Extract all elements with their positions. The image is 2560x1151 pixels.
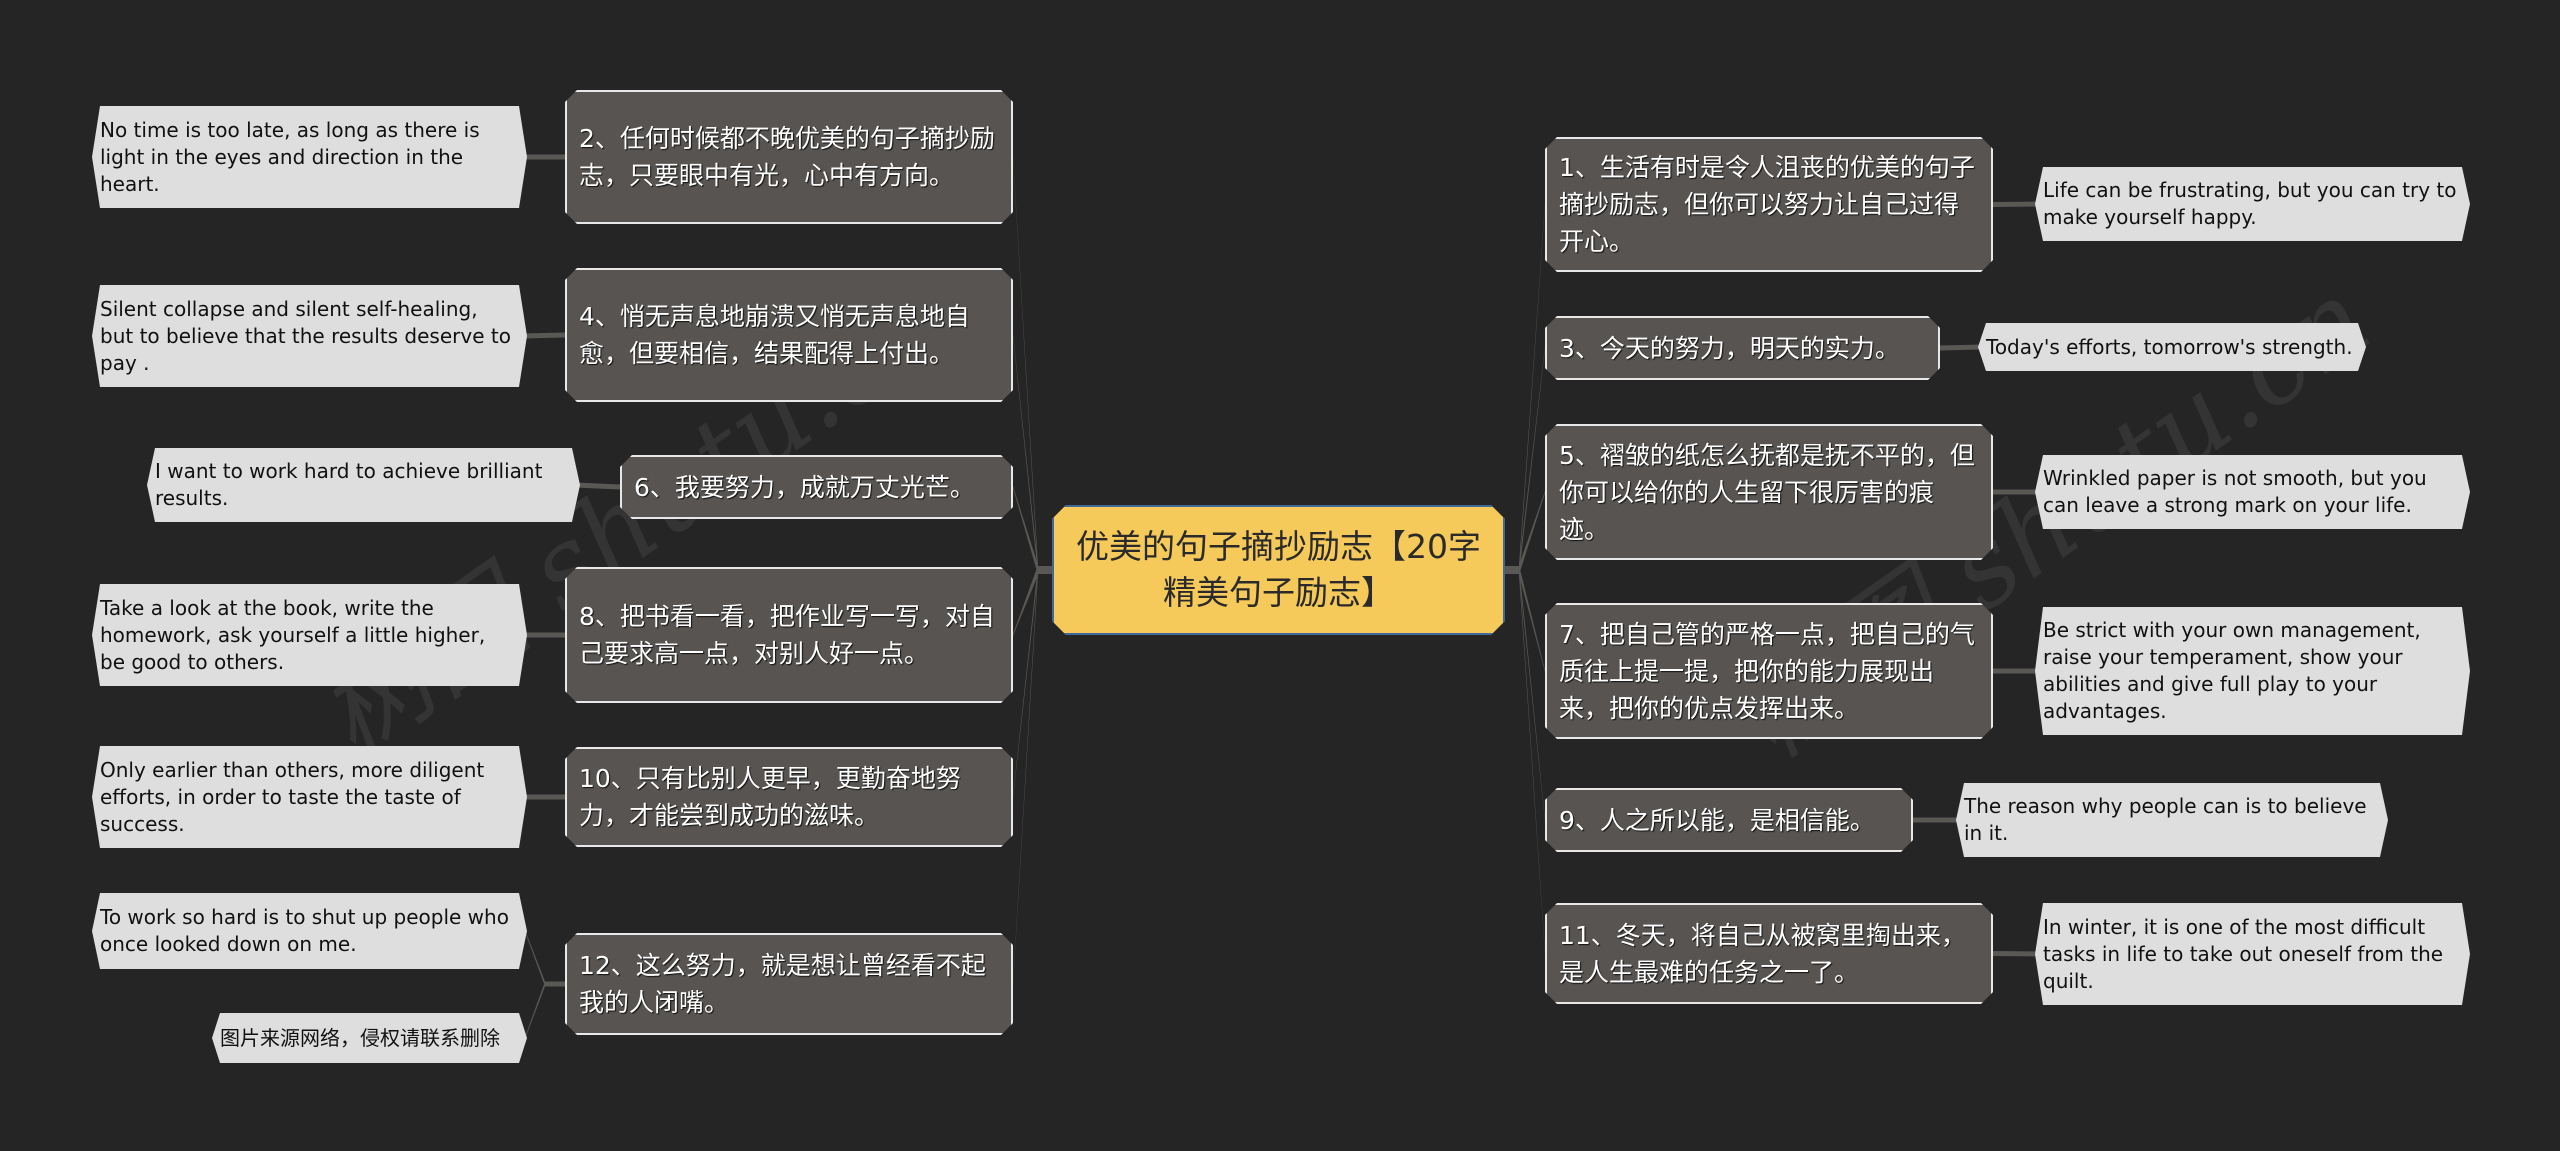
leaf-node[interactable]: Life can be frustrating, but you can try…: [2035, 167, 2470, 241]
branch-node-2[interactable]: 2、任何时候都不晚优美的句子摘抄励志，只要眼中有光，心中有方向。: [565, 90, 1013, 224]
leaf-text: To work so hard is to shut up people who…: [100, 905, 509, 956]
branch-connector-right: [1519, 565, 1545, 821]
branch-connector-left: [1013, 565, 1038, 985]
leaf-text: Take a look at the book, write the homew…: [100, 595, 486, 674]
leaf-text: The reason why people can is to believe …: [1964, 794, 2367, 845]
leaf-node[interactable]: Only earlier than others, more diligent …: [92, 746, 527, 848]
branch-node-1[interactable]: 1、生活有时是令人沮丧的优美的句子摘抄励志，但你可以努力让自己过得开心。: [1545, 137, 1993, 272]
leaf-connector: [575, 482, 621, 490]
leaf-text: Silent collapse and silent self-healing,…: [100, 296, 511, 375]
branch-text: 8、把书看一看，把作业写一写，对自己要求高一点，对别人好一点。: [579, 602, 995, 668]
branch-text: 11、冬天，将自己从被窝里掏出来，是人生最难的任务之一了。: [1559, 920, 1966, 987]
leaf-text: I want to work hard to achieve brilliant…: [155, 459, 543, 510]
branch-text: 2、任何时候都不晚优美的句子摘抄励志，只要眼中有光，心中有方向。: [579, 124, 995, 190]
leaf-node[interactable]: To work so hard is to shut up people who…: [92, 893, 527, 969]
branch-text: 5、褶皱的纸怎么抚都是抚不平的，但你可以给你的人生留下很厉害的痕迹。: [1559, 440, 1975, 544]
leaf-node[interactable]: The reason why people can is to believe …: [1956, 783, 2388, 857]
branch-node-10[interactable]: 10、只有比别人更早，更勤奋地努力，才能尝到成功的滋味。: [565, 747, 1013, 847]
copyright-note[interactable]: 图片来源网络，侵权请联系删除: [212, 1013, 527, 1063]
branch-connector-left: [1013, 334, 1038, 575]
branch-node-6[interactable]: 6、我要努力，成就万丈光芒。: [620, 455, 1013, 519]
branch-node-5[interactable]: 5、褶皱的纸怎么抚都是抚不平的，但你可以给你的人生留下很厉害的痕迹。: [1545, 424, 1993, 560]
leaf-node[interactable]: I want to work hard to achieve brilliant…: [147, 448, 580, 522]
leaf-text: No time is too late, as long as there is…: [100, 117, 480, 196]
branch-connector-right: [1519, 203, 1545, 575]
leaf-text: Only earlier than others, more diligent …: [100, 757, 485, 836]
leaf-text: Life can be frustrating, but you can try…: [2043, 178, 2457, 229]
leaf-text: Today's efforts, tomorrow's strength.: [1986, 334, 2353, 359]
leaf-node[interactable]: Be strict with your own management, rais…: [2035, 607, 2470, 735]
central-topic[interactable]: 优美的句子摘抄励志【20字精美句子励志】: [1052, 505, 1505, 635]
branch-node-12[interactable]: 12、这么努力，就是想让曾经看不起我的人闭嘴。: [565, 933, 1013, 1035]
leaf-node[interactable]: No time is too late, as long as there is…: [92, 106, 527, 208]
leaf-node[interactable]: Silent collapse and silent self-healing,…: [92, 285, 527, 387]
branch-node-9[interactable]: 9、人之所以能，是相信能。: [1545, 788, 1913, 852]
branch-text: 4、悄无声息地崩溃又悄无声息地自愈，但要相信，结果配得上付出。: [579, 302, 970, 368]
leaf-connector: [1992, 951, 2040, 957]
branch-text: 1、生活有时是令人沮丧的优美的句子摘抄励志，但你可以努力让自己过得开心。: [1559, 153, 1975, 256]
branch-connector-left: [1013, 156, 1038, 575]
leaf-node[interactable]: Today's efforts, tomorrow's strength.: [1978, 323, 2366, 371]
copyright-text: 图片来源网络，侵权请联系删除: [220, 1025, 500, 1050]
leaf-text: Wrinkled paper is not smooth, but you ca…: [2043, 466, 2427, 517]
branch-text: 7、把自己管的严格一点，把自己的气质往上提一提，把你的能力展现出来，把你的优点发…: [1559, 619, 1975, 723]
branch-node-3[interactable]: 3、今天的努力，明天的实力。: [1545, 316, 1940, 380]
branch-text: 6、我要努力，成就万丈光芒。: [634, 472, 975, 502]
branch-text: 12、这么努力，就是想让曾经看不起我的人闭嘴。: [579, 951, 986, 1017]
leaf-connector: [525, 930, 545, 987]
branch-connector-right: [1519, 565, 1545, 672]
leaf-connector: [1992, 201, 2040, 207]
leaf-connector: [522, 332, 566, 339]
leaf-connector: [1939, 344, 1983, 351]
leaf-text: Be strict with your own management, rais…: [2043, 618, 2421, 723]
branch-node-11[interactable]: 11、冬天，将自己从被窝里掏出来，是人生最难的任务之一了。: [1545, 903, 1993, 1004]
leaf-node[interactable]: In winter, it is one of the most difficu…: [2035, 903, 2470, 1005]
branch-connector-right: [1519, 347, 1545, 575]
central-topic-title: 优美的句子摘抄励志【20字精美句子励志】: [1076, 527, 1481, 612]
branch-node-4[interactable]: 4、悄无声息地崩溃又悄无声息地自愈，但要相信，结果配得上付出。: [565, 268, 1013, 402]
leaf-text: In winter, it is one of the most difficu…: [2043, 914, 2444, 993]
branch-node-7[interactable]: 7、把自己管的严格一点，把自己的气质往上提一提，把你的能力展现出来，把你的优点发…: [1545, 603, 1993, 739]
branch-text: 9、人之所以能，是相信能。: [1559, 805, 1875, 835]
leaf-connector: [525, 981, 545, 1039]
leaf-node[interactable]: Take a look at the book, write the homew…: [92, 584, 527, 686]
branch-text: 10、只有比别人更早，更勤奋地努力，才能尝到成功的滋味。: [579, 764, 961, 830]
branch-node-8[interactable]: 8、把书看一看，把作业写一写，对自己要求高一点，对别人好一点。: [565, 567, 1013, 703]
branch-text: 3、今天的努力，明天的实力。: [1559, 333, 1900, 363]
leaf-node[interactable]: Wrinkled paper is not smooth, but you ca…: [2035, 455, 2470, 529]
